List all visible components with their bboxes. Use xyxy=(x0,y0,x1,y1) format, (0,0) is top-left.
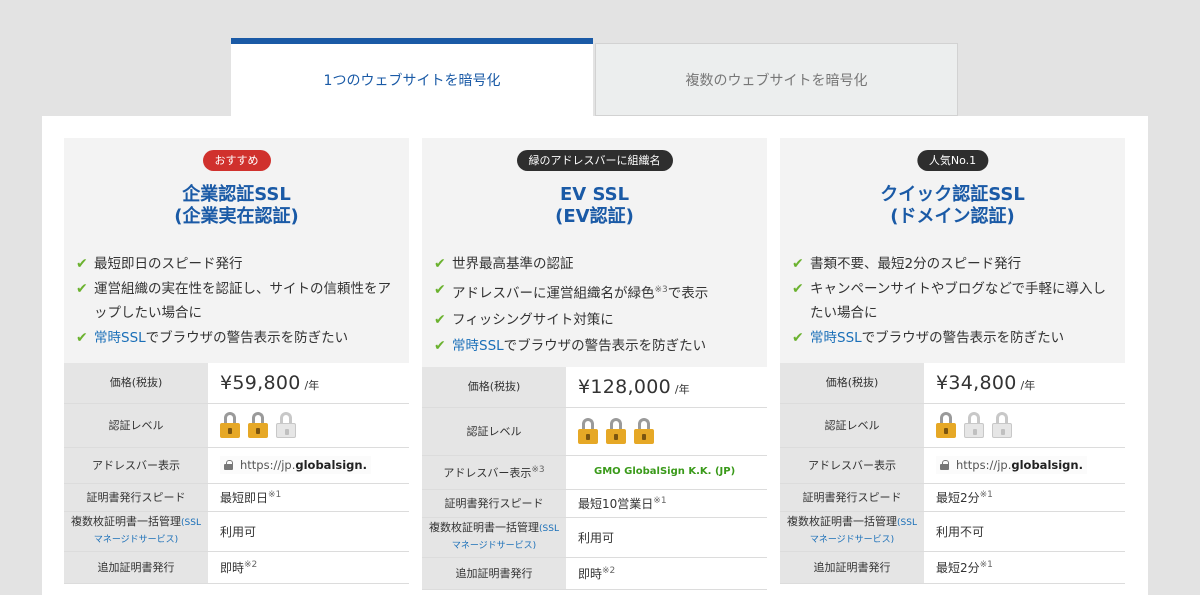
always-ssl-link[interactable]: 常時SSL xyxy=(94,330,146,346)
lock-icon xyxy=(276,412,296,438)
feature-item: ✔ アドレスバーに運営組織名が緑色※3で表示 xyxy=(434,277,759,307)
ev-badge: 緑のアドレスバーに組織名 xyxy=(516,150,673,171)
check-icon: ✔ xyxy=(434,256,446,272)
address-label: アドレスバー表示 xyxy=(64,447,208,484)
multi-value: 利用可 xyxy=(208,511,409,552)
additional-label: 追加証明書発行 xyxy=(422,557,566,590)
plan-title[interactable]: クイック認証SSL (ドメイン認証) xyxy=(780,184,1125,228)
plan-card-domain: 人気No.1 クイック認証SSL (ドメイン認証) ✔ 書類不要、最短2分のスピー… xyxy=(780,138,1125,595)
lock-icon xyxy=(634,418,654,444)
lock-icon xyxy=(606,418,626,444)
card-header: 人気No.1 クイック認証SSL (ドメイン認証) ✔ 書類不要、最短2分のスピー… xyxy=(780,138,1125,363)
feature-list: ✔ 世界最高基準の認証 ✔ アドレスバーに運営組織名が緑色※3で表示 ✔ フィッシング… xyxy=(434,251,759,359)
additional-value: 即時※2 xyxy=(566,557,767,590)
level-value xyxy=(566,407,767,456)
multi-label: 複数枚証明書一括管理(SSLマネージドサービス) xyxy=(64,511,208,552)
lock-icon xyxy=(964,412,984,438)
card-header: 緑のアドレスバーに組織名 EV SSL (EV認証) ✔ 世界最高基準の認証 ✔ ア… xyxy=(422,138,767,367)
price-label: 価格(税抜) xyxy=(64,363,208,404)
feature-list: ✔ 書類不要、最短2分のスピード発行 ✔ キャンペーンサイトやブログなどで手軽に導入… xyxy=(792,251,1117,351)
level-label: 認証レベル xyxy=(422,407,566,456)
feature-item: ✔ 常時SSLでブラウザの警告表示を防ぎたい xyxy=(792,325,1117,351)
lock-icon xyxy=(992,412,1012,438)
feature-item: ✔ 最短即日のスピード発行 xyxy=(76,251,401,277)
always-ssl-link[interactable]: 常時SSL xyxy=(452,338,504,354)
address-bar-sample: https://jp. globalsign. xyxy=(936,456,1087,474)
padlock-icon xyxy=(224,460,233,470)
speed-label: 証明書発行スピード xyxy=(64,483,208,512)
feature-item: ✔ 書類不要、最短2分のスピード発行 xyxy=(792,251,1117,277)
lock-icon xyxy=(220,412,240,438)
speed-label: 証明書発行スピード xyxy=(780,483,924,512)
check-icon: ✔ xyxy=(434,311,446,328)
additional-label: 追加証明書発行 xyxy=(64,551,208,584)
speed-label: 証明書発行スピード xyxy=(422,489,566,518)
spec-table: 価格(税抜) ¥59,800 /年 認証レベル アドレスバー表示 https:/… xyxy=(64,363,409,584)
lock-icon xyxy=(248,412,268,438)
check-icon: ✔ xyxy=(434,337,446,354)
feature-item: ✔ フィッシングサイト対策に xyxy=(434,307,759,333)
tab-label: 複数のウェブサイトを暗号化 xyxy=(685,72,868,89)
additional-label: 追加証明書発行 xyxy=(780,551,924,584)
always-ssl-link[interactable]: 常時SSL xyxy=(810,330,862,346)
multi-label: 複数枚証明書一括管理(SSLマネージドサービス) xyxy=(422,517,566,558)
address-label: アドレスバー表示 xyxy=(780,447,924,484)
feature-item: ✔ 常時SSLでブラウザの警告表示を防ぎたい xyxy=(434,333,759,359)
multi-label: 複数枚証明書一括管理(SSLマネージドサービス) xyxy=(780,511,924,552)
level-value xyxy=(208,403,409,448)
check-icon: ✔ xyxy=(792,330,804,346)
check-icon: ✔ xyxy=(76,281,88,297)
check-icon: ✔ xyxy=(792,256,804,272)
ev-address-bar-sample: GMO GlobalSign K.K. (JP) xyxy=(578,466,735,477)
additional-value: 最短2分※1 xyxy=(924,551,1125,584)
speed-value: 最短10営業日※1 xyxy=(566,489,767,518)
tab-single-site[interactable]: 1つのウェブサイトを暗号化 xyxy=(231,38,593,116)
multi-value: 利用可 xyxy=(566,517,767,558)
address-bar-sample: https://jp. globalsign. xyxy=(220,456,371,474)
tab-label: 1つのウェブサイトを暗号化 xyxy=(323,73,501,89)
plan-title[interactable]: EV SSL (EV認証) xyxy=(422,184,767,228)
level-value xyxy=(924,403,1125,448)
spec-table: 価格(税抜) ¥34,800 /年 認証レベル アドレスバー表示 https:/… xyxy=(780,363,1125,584)
speed-value: 最短2分※1 xyxy=(924,483,1125,512)
speed-value: 最短即日※1 xyxy=(208,483,409,512)
spec-table: 価格(税抜) ¥128,000 /年 認証レベル アドレスバー表示※3 GMO … xyxy=(422,367,767,590)
level-label: 認証レベル xyxy=(64,403,208,448)
padlock-icon xyxy=(578,466,587,476)
feature-item: ✔ 常時SSLでブラウザの警告表示を防ぎたい xyxy=(76,325,401,351)
feature-item: ✔ 世界最高基準の認証 xyxy=(434,251,759,277)
plan-card-ev: 緑のアドレスバーに組織名 EV SSL (EV認証) ✔ 世界最高基準の認証 ✔ ア… xyxy=(422,138,767,595)
price-value: ¥128,000 /年 xyxy=(566,367,767,408)
lock-icon xyxy=(578,418,598,444)
price-value: ¥34,800 /年 xyxy=(924,363,1125,404)
check-icon: ✔ xyxy=(792,281,804,297)
feature-item: ✔ 運営組織の実在性を認証し、サイトの信頼性をアップしたい場合に xyxy=(76,277,401,325)
level-label: 認証レベル xyxy=(780,403,924,448)
check-icon: ✔ xyxy=(434,282,446,298)
check-icon: ✔ xyxy=(76,256,88,272)
plan-title[interactable]: 企業認証SSL (企業実在認証) xyxy=(64,184,409,228)
card-header: おすすめ 企業認証SSL (企業実在認証) ✔ 最短即日のスピード発行 ✔ 運営組織… xyxy=(64,138,409,363)
recommend-badge: おすすめ xyxy=(202,150,271,171)
padlock-icon xyxy=(940,460,949,470)
tab-multiple-sites[interactable]: 複数のウェブサイトを暗号化 xyxy=(595,43,958,116)
price-value: ¥59,800 /年 xyxy=(208,363,409,404)
price-label: 価格(税抜) xyxy=(780,363,924,404)
address-label: アドレスバー表示※3 xyxy=(422,455,566,490)
feature-list: ✔ 最短即日のスピード発行 ✔ 運営組織の実在性を認証し、サイトの信頼性をアップした… xyxy=(76,251,401,351)
popular-badge: 人気No.1 xyxy=(916,150,989,171)
check-icon: ✔ xyxy=(76,330,88,346)
multi-value: 利用不可 xyxy=(924,511,1125,552)
feature-item: ✔ キャンペーンサイトやブログなどで手軽に導入したい場合に xyxy=(792,277,1117,325)
price-label: 価格(税抜) xyxy=(422,367,566,408)
plan-card-organization: おすすめ 企業認証SSL (企業実在認証) ✔ 最短即日のスピード発行 ✔ 運営組織… xyxy=(64,138,409,595)
additional-value: 即時※2 xyxy=(208,551,409,584)
lock-icon xyxy=(936,412,956,438)
